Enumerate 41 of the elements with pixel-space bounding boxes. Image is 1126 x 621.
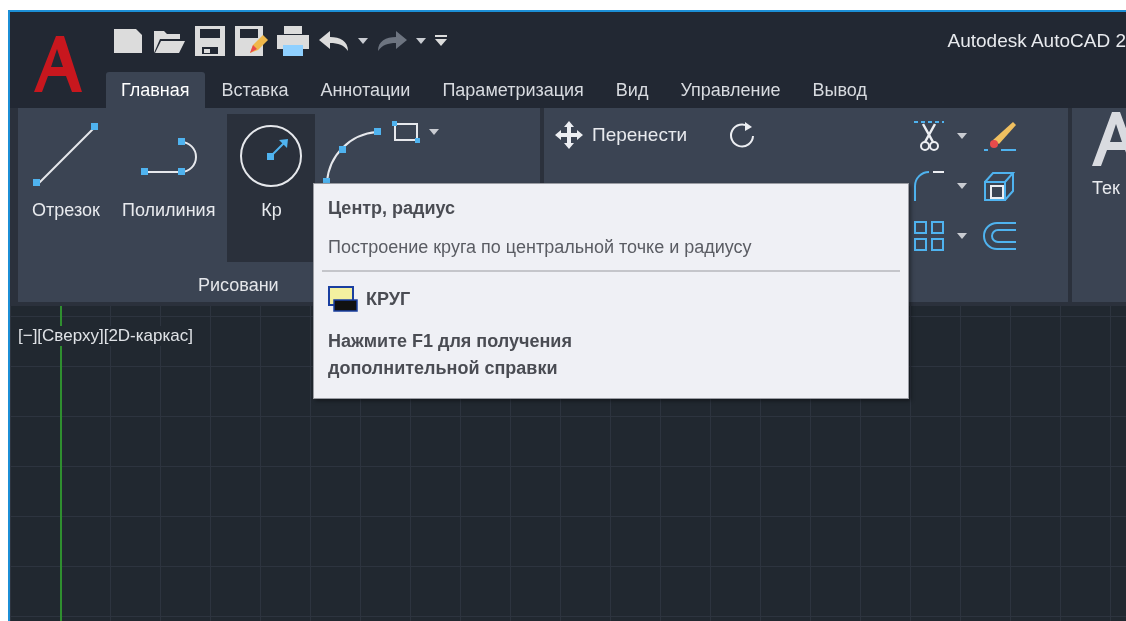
window-title: Autodesk AutoCAD 2 bbox=[947, 30, 1126, 52]
redo-icon[interactable] bbox=[376, 29, 408, 53]
tool-button[interactable]: Полилиния bbox=[116, 114, 222, 262]
offset-icon[interactable] bbox=[983, 220, 1018, 252]
ribbon-tab[interactable]: Вывод bbox=[797, 72, 882, 108]
command-window-icon bbox=[328, 286, 358, 312]
caret-icon[interactable] bbox=[957, 183, 968, 189]
caret-icon[interactable] bbox=[358, 38, 368, 44]
fillet-icon[interactable] bbox=[913, 170, 946, 202]
customize-menu-icon[interactable] bbox=[434, 34, 448, 48]
text-tool-label[interactable]: Тек bbox=[1092, 178, 1126, 199]
caret-icon[interactable] bbox=[416, 38, 426, 44]
scissors-icon[interactable] bbox=[913, 120, 946, 152]
tool-button[interactable]: Кр bbox=[227, 114, 316, 262]
move-button[interactable]: Перенести bbox=[554, 120, 688, 150]
save-as-icon[interactable] bbox=[234, 25, 268, 57]
tooltip-description: Построение круга по центральной точке и радиусу bbox=[328, 237, 753, 258]
undo-icon[interactable] bbox=[318, 29, 350, 53]
tool-button[interactable]: Отрезок bbox=[22, 114, 110, 262]
new-file-icon[interactable] bbox=[112, 27, 144, 55]
print-icon[interactable] bbox=[276, 25, 310, 57]
ribbon-tab[interactable]: Вставка bbox=[206, 72, 304, 108]
viewport-controls[interactable]: [−][Сверху][2D-каркас] bbox=[18, 326, 193, 346]
caret-icon[interactable] bbox=[429, 129, 440, 135]
ribbon-tab[interactable]: Главная bbox=[106, 72, 205, 108]
help-hint: Нажмите F1 для получения дополнительной справки bbox=[328, 330, 573, 380]
eraser-icon[interactable] bbox=[983, 120, 1018, 152]
save-icon[interactable] bbox=[194, 25, 226, 57]
ribbon-tab[interactable]: Вид bbox=[600, 72, 664, 108]
panel-title: Рисовани bbox=[198, 274, 279, 296]
box-icon[interactable] bbox=[983, 170, 1018, 202]
ribbon-tab[interactable]: Управление bbox=[665, 72, 796, 108]
ribbon-tab[interactable]: Параметризация bbox=[427, 72, 599, 108]
rectangle-icon[interactable] bbox=[391, 120, 422, 144]
array-icon[interactable] bbox=[913, 220, 946, 252]
tooltip-title: Центр, радиус bbox=[328, 198, 457, 219]
caret-icon[interactable] bbox=[957, 133, 968, 139]
logo-icon[interactable] bbox=[32, 34, 84, 94]
ribbon-tab[interactable]: Аннотации bbox=[305, 72, 426, 108]
caret-icon[interactable] bbox=[957, 233, 968, 239]
move-icon bbox=[554, 120, 584, 150]
